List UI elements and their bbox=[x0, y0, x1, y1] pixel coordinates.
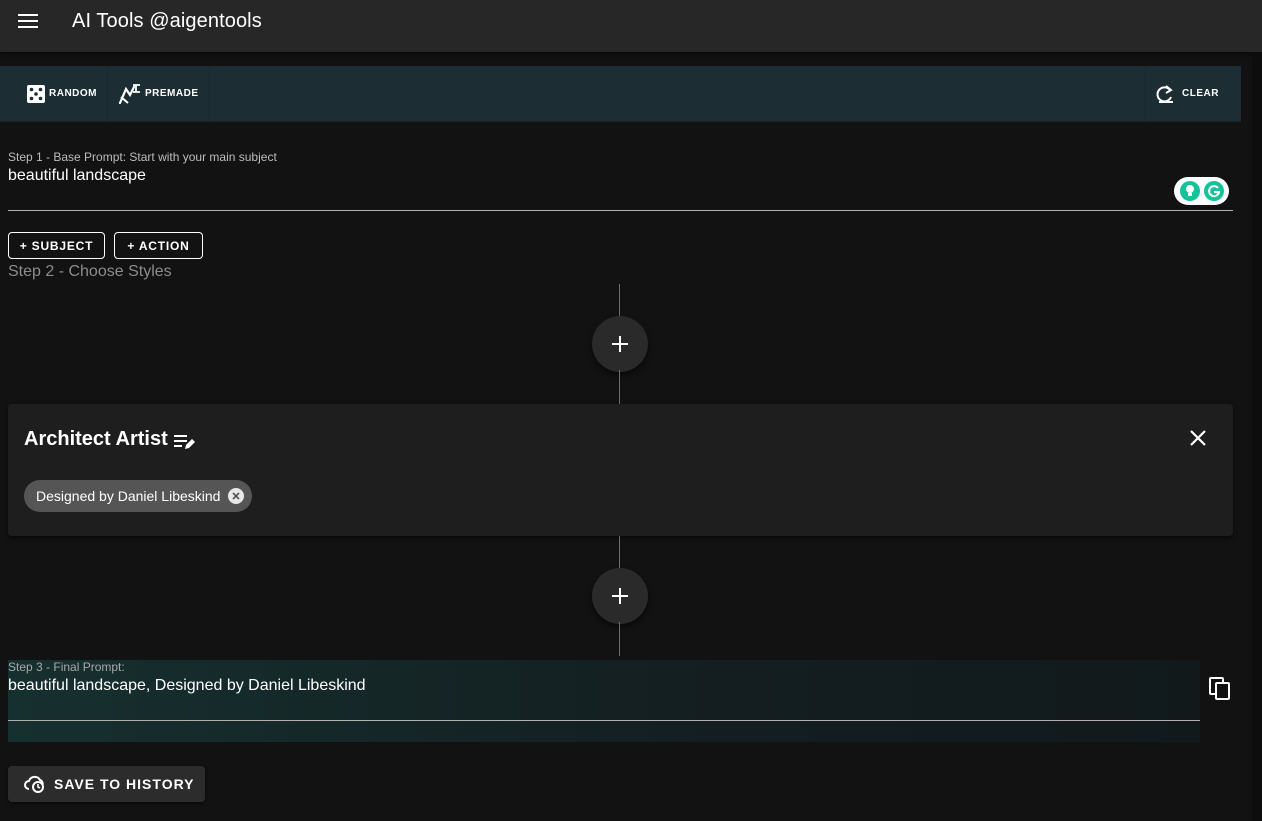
chip-cancel-icon[interactable] bbox=[228, 488, 245, 504]
style-card: Architect Artist Designed by Daniel Libe… bbox=[8, 404, 1233, 536]
app-bar: AI Tools @aigentools bbox=[0, 0, 1262, 52]
step2-label: Step 2 - Choose Styles bbox=[8, 263, 172, 280]
style-card-title: Architect Artist bbox=[24, 428, 196, 451]
add-action-button[interactable]: + ACTION bbox=[114, 232, 203, 259]
connector-line bbox=[619, 284, 620, 320]
plus-icon bbox=[612, 336, 628, 352]
plus-icon bbox=[612, 588, 628, 604]
menu-icon bbox=[18, 14, 38, 28]
final-prompt-underline bbox=[8, 720, 1200, 721]
add-style-button-top[interactable] bbox=[592, 316, 648, 372]
final-prompt-field[interactable] bbox=[8, 660, 1200, 742]
app-title: AI Tools @aigentools bbox=[72, 9, 262, 32]
connector-line bbox=[619, 622, 620, 656]
premade-button[interactable]: PREMADE bbox=[108, 65, 210, 122]
base-prompt-underline bbox=[8, 210, 1233, 211]
step3-label: Step 3 - Final Prompt: bbox=[8, 660, 125, 674]
copy-icon[interactable] bbox=[1208, 676, 1232, 700]
close-icon bbox=[1190, 430, 1206, 446]
style-chip[interactable]: Designed by Daniel Libeskind bbox=[24, 480, 253, 512]
connector-line bbox=[619, 536, 620, 572]
add-style-button-bottom[interactable] bbox=[592, 568, 648, 624]
base-prompt-input[interactable]: beautiful landscape bbox=[8, 167, 146, 185]
connector-line bbox=[619, 370, 620, 404]
final-prompt-input[interactable]: beautiful landscape, Designed by Daniel … bbox=[8, 677, 366, 695]
clear-button[interactable]: CLEAR bbox=[1145, 65, 1229, 122]
random-button[interactable]: RANDOM bbox=[16, 65, 108, 122]
grammarly-widget[interactable] bbox=[1174, 177, 1229, 205]
save-label: SAVE TO HISTORY bbox=[54, 776, 195, 792]
add-subject-button[interactable]: + SUBJECT bbox=[8, 232, 105, 259]
prompt-toolbar: RANDOM PREMADE CLEAR bbox=[0, 65, 1241, 122]
grammarly-bulb-icon[interactable] bbox=[1179, 181, 1200, 201]
random-label: RANDOM bbox=[49, 88, 97, 99]
style-card-title-text: Architect Artist bbox=[24, 428, 168, 450]
step1-label: Step 1 - Base Prompt: Start with your ma… bbox=[8, 150, 277, 164]
menu-button[interactable] bbox=[0, 0, 56, 43]
premade-label: PREMADE bbox=[145, 88, 199, 99]
edit-list-icon[interactable] bbox=[173, 432, 196, 450]
dice-icon bbox=[27, 84, 45, 103]
page-gutter bbox=[1252, 52, 1262, 821]
remove-style-button[interactable] bbox=[1186, 426, 1210, 450]
cloud-history-icon bbox=[24, 775, 44, 793]
save-to-history-button[interactable]: SAVE TO HISTORY bbox=[8, 766, 205, 802]
premade-icon bbox=[118, 83, 140, 104]
clear-label: CLEAR bbox=[1182, 88, 1219, 99]
style-chip-label: Designed by Daniel Libeskind bbox=[36, 488, 221, 504]
clear-icon bbox=[1156, 84, 1174, 103]
grammarly-g-icon[interactable] bbox=[1203, 181, 1224, 201]
